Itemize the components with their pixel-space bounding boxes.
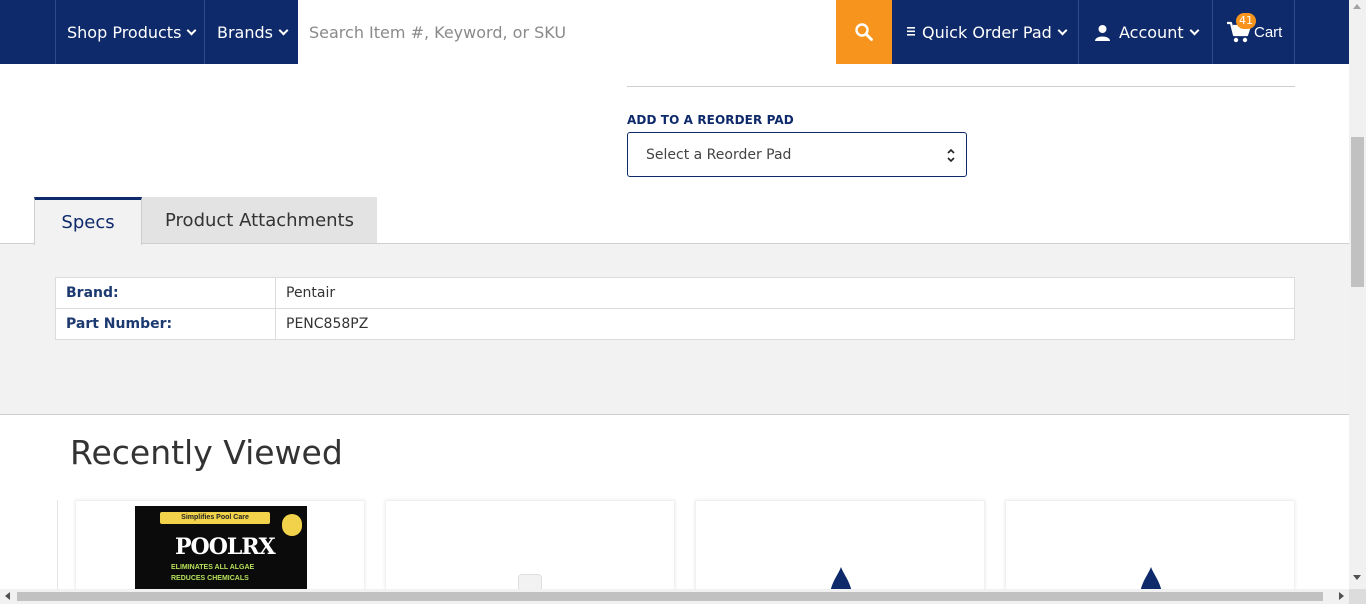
spec-key: Part Number:	[55, 308, 276, 340]
quick-order-pad-menu[interactable]: Quick Order Pad	[906, 0, 1068, 64]
scrollbar-corner	[1349, 589, 1366, 604]
chevron-down-icon	[278, 25, 289, 35]
spec-key: Brand:	[55, 277, 276, 309]
reorder-pad-selected-value: Select a Reorder Pad	[646, 146, 792, 163]
shop-products-menu[interactable]: Shop Products	[67, 0, 197, 64]
tab-specs-label: Specs	[61, 212, 115, 233]
search-button[interactable]	[836, 0, 892, 64]
table-row: Brand: Pentair	[55, 277, 1295, 309]
nav-divider	[55, 0, 56, 64]
product-image-line: ELIMINATES ALL ALGAE	[171, 564, 255, 571]
carousel-edge	[57, 500, 58, 590]
spec-value: PENC858PZ	[275, 308, 1295, 340]
account-menu[interactable]: Account	[1094, 0, 1200, 64]
brands-menu[interactable]: Brands	[217, 0, 289, 64]
product-placeholder-image	[830, 567, 852, 589]
product-image: Simplifies Pool Care POOLRX ELIMINATES A…	[135, 506, 307, 589]
section-divider	[627, 86, 1295, 87]
nav-divider	[1294, 0, 1295, 64]
table-row: Part Number: PENC858PZ	[55, 308, 1295, 340]
cart-count-badge: 41	[1236, 13, 1256, 29]
tab-product-attachments[interactable]: Product Attachments	[142, 197, 377, 243]
product-image	[518, 574, 542, 589]
chevron-down-icon	[1189, 25, 1200, 35]
list-icon	[907, 27, 915, 36]
recently-viewed-card[interactable]: Simplifies Pool Care POOLRX ELIMINATES A…	[75, 500, 365, 590]
recently-viewed-card[interactable]	[695, 500, 985, 590]
product-image-seal	[282, 514, 302, 536]
shop-products-label: Shop Products	[67, 22, 182, 42]
chevron-down-icon	[186, 25, 197, 35]
scroll-up-arrow-icon[interactable]	[1353, 4, 1361, 9]
vertical-scroll-thumb[interactable]	[1351, 137, 1364, 287]
horizontal-scrollbar[interactable]	[0, 589, 1349, 604]
product-image-line: REDUCES CHEMICALS	[171, 575, 249, 582]
recently-viewed-card[interactable]	[1005, 500, 1295, 590]
select-arrows-icon	[947, 148, 955, 163]
cart-button[interactable]: Cart	[1226, 0, 1282, 64]
tab-product-attachments-label: Product Attachments	[165, 209, 354, 231]
account-label: Account	[1119, 22, 1184, 42]
nav-divider	[1078, 0, 1079, 64]
user-icon	[1095, 24, 1110, 41]
scroll-left-arrow-icon[interactable]	[5, 592, 10, 600]
product-image-banner: Simplifies Pool Care	[160, 512, 270, 524]
tab-specs[interactable]: Specs	[34, 197, 142, 245]
top-navigation-bar: Shop Products Brands Quick Order Pad Acc…	[0, 0, 1349, 64]
chevron-down-icon	[1057, 25, 1068, 35]
quick-order-pad-label: Quick Order Pad	[922, 22, 1052, 42]
vertical-scrollbar[interactable]	[1349, 0, 1366, 589]
reorder-pad-label: ADD TO A REORDER PAD	[627, 113, 794, 127]
recently-viewed-card[interactable]	[385, 500, 675, 590]
brands-label: Brands	[217, 22, 273, 42]
search-field-container	[298, 0, 836, 64]
search-icon	[855, 23, 873, 41]
scroll-right-arrow-icon[interactable]	[1339, 592, 1344, 600]
search-input[interactable]	[309, 22, 836, 42]
nav-divider	[1212, 0, 1213, 64]
scroll-down-arrow-icon[interactable]	[1353, 575, 1361, 580]
product-image-brand: POOLRX	[175, 534, 276, 560]
horizontal-scroll-thumb[interactable]	[17, 592, 1323, 601]
spec-value: Pentair	[275, 277, 1295, 309]
nav-divider	[204, 0, 205, 64]
recently-viewed-heading: Recently Viewed	[70, 433, 343, 472]
product-placeholder-image	[1140, 567, 1162, 589]
cart-label: Cart	[1254, 23, 1283, 41]
reorder-pad-select[interactable]: Select a Reorder Pad	[627, 132, 967, 177]
specs-table: Brand: Pentair Part Number: PENC858PZ	[55, 277, 1295, 340]
